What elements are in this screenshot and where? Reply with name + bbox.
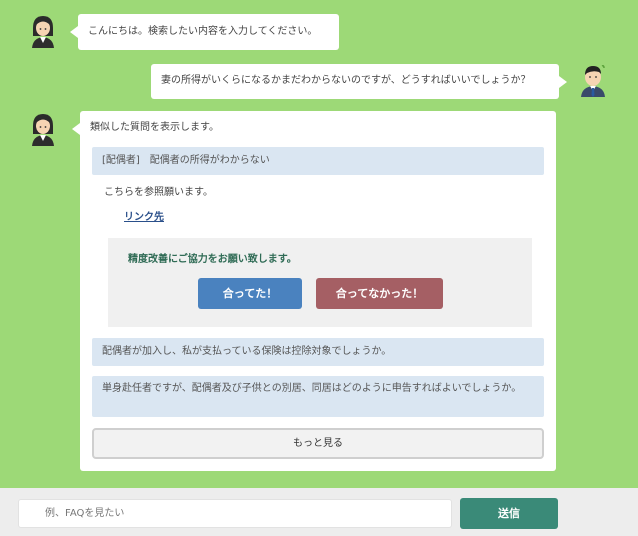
answer-link[interactable]: リンク先 xyxy=(124,211,164,225)
user-avatar-icon xyxy=(578,63,608,97)
bot-greeting-bubble: こんにちは。検索したい内容を入力してください。 xyxy=(70,14,339,50)
send-button[interactable]: 送信 xyxy=(460,498,558,529)
correct-feedback-button[interactable]: 合ってた！ xyxy=(198,278,302,309)
show-more-button[interactable]: もっと見る xyxy=(92,428,544,459)
incorrect-feedback-button[interactable]: 合ってなかった！ xyxy=(316,278,443,309)
answer-text: こちらを参照願います。 xyxy=(104,187,213,198)
user-message-bubble: 妻の所得がいくらになるかまだわからないのですが、どうすればいいでしょうか？ xyxy=(151,64,567,99)
input-bar: 送信 xyxy=(0,488,638,536)
user-message-text: 妻の所得がいくらになるかまだわからないのですが、どうすればいいでしょうか？ xyxy=(161,75,531,86)
operator-avatar-icon xyxy=(28,14,58,48)
search-input[interactable] xyxy=(18,499,452,528)
related-question-item[interactable]: 配偶者が加入し、私が支払っている保険は控除対象でしょうか。 xyxy=(92,338,544,366)
related-question-item[interactable]: 単身赴任者ですが、配偶者及び子供との別居、同居はどのように申告すればよいでしょう… xyxy=(92,376,544,417)
bot-intro-text: 類似した質問を表示します。 xyxy=(90,122,219,133)
chat-area: こんにちは。検索したい内容を入力してください。 妻の所得がいくらになるかまだわか… xyxy=(0,0,638,488)
feedback-title: 精度改善にご協力をお願い致します。 xyxy=(128,254,297,265)
operator-avatar-icon xyxy=(28,112,58,146)
bot-results-card: 類似した質問を表示します。 [配偶者] 配偶者の所得がわからない こちらを参照願… xyxy=(72,111,556,471)
feedback-box: 精度改善にご協力をお願い致します。 合ってた！ 合ってなかった！ xyxy=(108,238,532,327)
suggested-question-top[interactable]: [配偶者] 配偶者の所得がわからない xyxy=(92,147,544,175)
bot-greeting-text: こんにちは。検索したい内容を入力してください。 xyxy=(88,26,318,37)
